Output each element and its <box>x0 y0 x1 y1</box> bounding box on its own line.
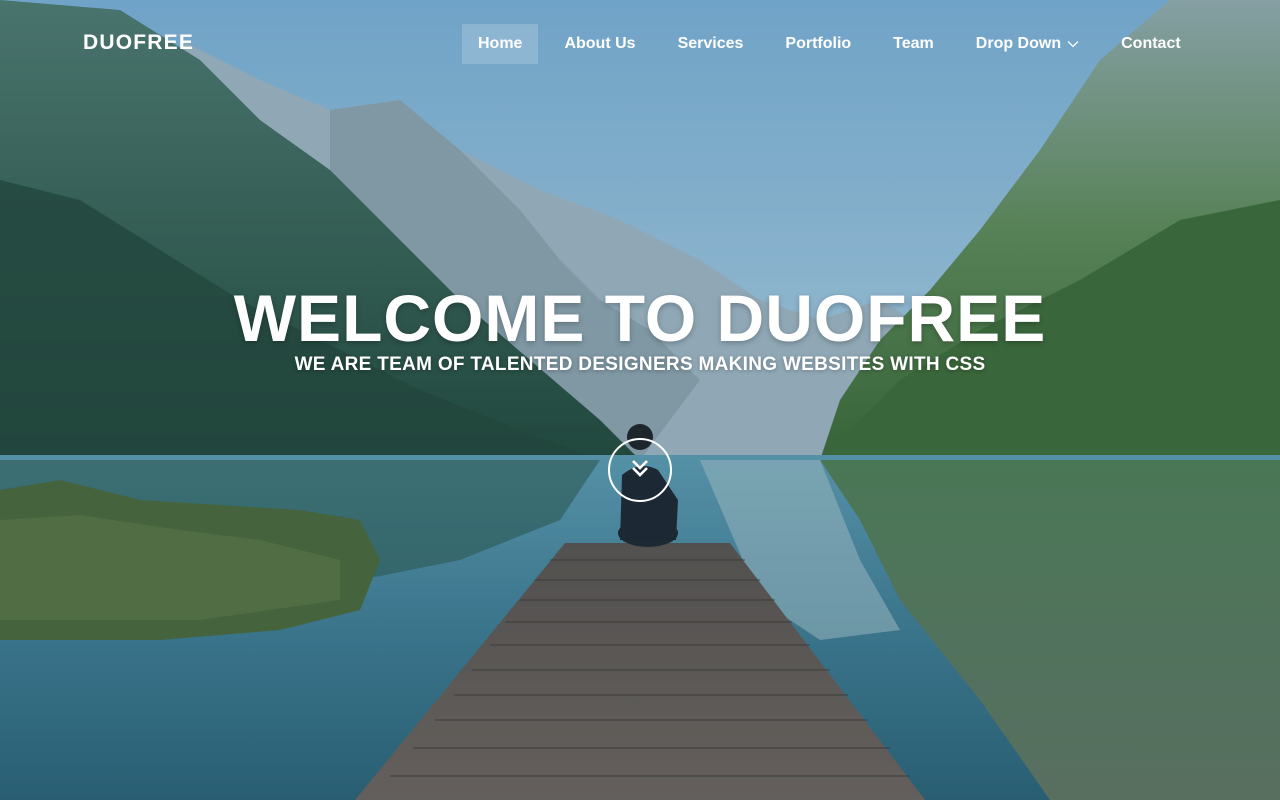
hero-overlay <box>0 0 1280 800</box>
chevron-down-icon <box>1067 24 1079 64</box>
site-header: DUOFREE Home About Us Services Portfolio… <box>0 0 1280 88</box>
nav-services[interactable]: Services <box>662 24 760 64</box>
hero-background <box>0 0 1280 800</box>
nav-about-us[interactable]: About Us <box>548 24 651 64</box>
nav-drop-down-label: Drop Down <box>975 35 1062 52</box>
nav-contact[interactable]: Contact <box>1105 24 1197 64</box>
main-nav: Home About Us Services Portfolio Team Dr… <box>462 24 1207 64</box>
scroll-down-button[interactable] <box>608 438 672 502</box>
nav-team[interactable]: Team <box>877 24 950 64</box>
hero-title: WELCOME TO DUOFREE <box>233 281 1047 355</box>
double-chevron-down-icon <box>630 458 650 483</box>
nav-home[interactable]: Home <box>462 24 539 64</box>
hero-subtitle: WE ARE TEAM OF TALENTED DESIGNERS MAKING… <box>294 354 986 375</box>
nav-drop-down[interactable]: Drop Down <box>960 24 1095 64</box>
nav-portfolio[interactable]: Portfolio <box>769 24 867 64</box>
logo[interactable]: DUOFREE <box>83 31 194 55</box>
